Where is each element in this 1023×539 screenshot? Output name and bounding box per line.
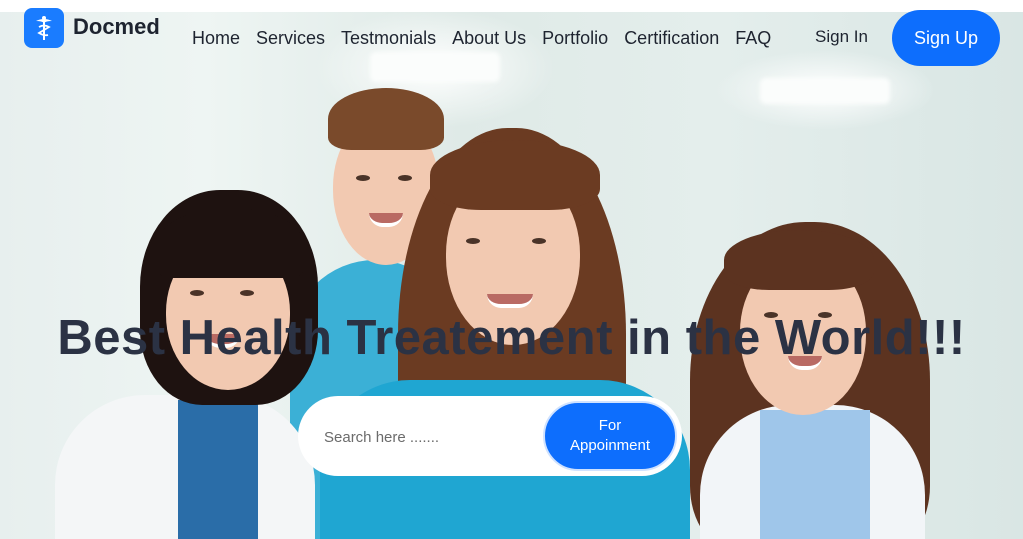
ceiling-light: [370, 52, 500, 82]
search-bar: For Appoinment: [298, 396, 682, 476]
brand-name[interactable]: Docmed: [73, 14, 160, 40]
nav-home[interactable]: Home: [192, 28, 240, 49]
nav-services[interactable]: Services: [256, 28, 325, 49]
appointment-button-line1: For: [598, 417, 622, 434]
hero-headline: Best Health Treatement in the World!!!: [57, 311, 966, 365]
ceiling-light: [760, 78, 890, 104]
caduceus-icon: [36, 16, 52, 40]
sign-up-button[interactable]: Sign Up: [892, 10, 1000, 66]
nav-certification[interactable]: Certification: [624, 28, 719, 49]
appointment-button[interactable]: For Appoinment: [543, 401, 677, 471]
appointment-button-line2: Appoinment: [569, 437, 651, 454]
logo[interactable]: [24, 8, 64, 48]
search-input[interactable]: [322, 420, 536, 454]
nav-testimonials[interactable]: Testmonials: [341, 28, 436, 49]
sign-in-link[interactable]: Sign In: [815, 27, 868, 47]
main-nav: Home Services Testmonials About Us Portf…: [192, 28, 787, 49]
nav-portfolio[interactable]: Portfolio: [542, 28, 608, 49]
nav-about-us[interactable]: About Us: [452, 28, 526, 49]
nav-faq[interactable]: FAQ: [735, 28, 771, 49]
top-strip: [0, 0, 1023, 12]
